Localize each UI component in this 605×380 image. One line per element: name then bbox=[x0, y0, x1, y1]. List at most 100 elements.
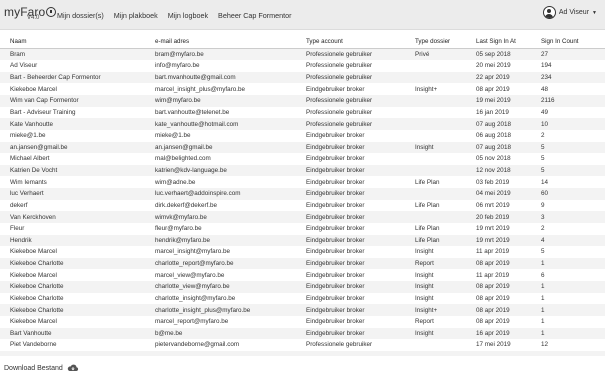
cell-type-dossier bbox=[415, 339, 476, 351]
table-row[interactable]: Kiekeboe Charlotte charlotte_report@myfar… bbox=[0, 257, 605, 270]
table-row[interactable]: Bart - Beheerder Cap Formentor bart.mvanh… bbox=[0, 71, 605, 84]
header-type-dossier[interactable]: Type dossier bbox=[415, 36, 476, 49]
cell-type-dossier bbox=[415, 106, 476, 119]
main-nav: Mijn dossier(s) Mijn plakboek Mijn logbo… bbox=[57, 0, 302, 30]
nav-beheer-cap-formentor[interactable]: Beheer Cap Formentor bbox=[218, 11, 292, 20]
table-row[interactable]: Bart Vanhoutte b@me.be Eindgebruiker broke… bbox=[0, 327, 605, 340]
table-body: Bram bram@myfaro.be Professionele gebruike… bbox=[0, 48, 605, 356]
table-row[interactable]: Fleur fleur@myfaro.be Eindgebruiker broker… bbox=[0, 222, 605, 235]
cell-naam: Kiekeboe Marcel bbox=[0, 269, 155, 281]
nav-mijn-logboek[interactable]: Mijn logboek bbox=[168, 11, 208, 20]
cell-last-sign-in: 08 apr 2019 bbox=[476, 292, 541, 305]
cell-email: bart.mvanhoutte@gmail.com bbox=[155, 71, 306, 84]
cell-naam: Kiekeboe Charlotte bbox=[0, 292, 155, 305]
cell-type-dossier: Insight bbox=[415, 269, 476, 281]
cell-type-dossier: Insight+ bbox=[415, 304, 476, 316]
header-last-sign-in[interactable]: Last Sign In At bbox=[476, 36, 541, 49]
cell-type-dossier bbox=[415, 71, 476, 84]
cell-naam: Wim van Cap Formentor bbox=[0, 95, 155, 107]
cell-email: charlotte_report@myfaro.be bbox=[155, 257, 306, 270]
cell-last-sign-in: 19 mrt 2019 bbox=[476, 222, 541, 235]
cell-type-account: Eindgebruiker broker bbox=[306, 199, 415, 212]
cell-sign-in-count: 49 bbox=[541, 106, 605, 119]
cell-naam: Kiekeboe Marcel bbox=[0, 83, 155, 95]
cell-naam: Bart Vanhoutte bbox=[0, 327, 155, 340]
table-row[interactable]: Katrien De Vocht katrien@kdv-language.be E… bbox=[0, 164, 605, 177]
cell-type-dossier: Life Plan bbox=[415, 199, 476, 212]
cell-type-account: Professionele gebruiker bbox=[306, 339, 415, 351]
cell-type-dossier: Insight bbox=[415, 281, 476, 293]
cell-last-sign-in bbox=[476, 350, 541, 356]
cell-type-dossier: Privé bbox=[415, 48, 476, 61]
cell-type-account: Eindgebruiker broker bbox=[306, 281, 415, 293]
table-row[interactable]: luc Verhaert luc.verhaert@addoinspire.com… bbox=[0, 188, 605, 200]
cell-sign-in-count: 1 bbox=[541, 281, 605, 293]
cell-naam: an.jansen@gmail.be bbox=[0, 141, 155, 154]
table-row[interactable]: Wim van Cap Formentor wim@myfaro.be Profes… bbox=[0, 95, 605, 107]
myfaro-logo[interactable]: myFaro V4.0 bbox=[4, 3, 57, 21]
header-sign-in-count[interactable]: Sign In Count bbox=[541, 36, 605, 49]
table-row[interactable]: Kate Vanhoutte kate_vanhoutte@hotmail.com… bbox=[0, 118, 605, 130]
table-row[interactable]: Kiekeboe Marcel marcel_view@myfaro.be Eind… bbox=[0, 269, 605, 281]
cell-type-dossier: Report bbox=[415, 257, 476, 270]
users-table-container[interactable]: Naam e-mail adres Type account Type doss… bbox=[0, 36, 605, 356]
table-row[interactable]: Kiekeboe Charlotte charlotte_view@myfaro.… bbox=[0, 281, 605, 293]
table-row[interactable]: Van Kerckhoven wimvk@myfaro.be Eindgebruik… bbox=[0, 211, 605, 223]
cell-email: luc.verhaert@addoinspire.com bbox=[155, 188, 306, 200]
cell-type-dossier bbox=[415, 350, 476, 356]
header-naam[interactable]: Naam bbox=[0, 36, 155, 49]
cell-type-account: Eindgebruiker broker bbox=[306, 129, 415, 142]
table-row[interactable]: dekerf dirk.dekerf@dekerf.be Eindgebruiker… bbox=[0, 199, 605, 212]
cell-sign-in-count: 1 bbox=[541, 292, 605, 305]
cell-email: katrien@kdv-language.be bbox=[155, 164, 306, 177]
table-row[interactable]: Kiekeboe Marcel marcel_insight_plus@myfar… bbox=[0, 83, 605, 95]
cell-type-account: Professionele gebruiker bbox=[306, 71, 415, 84]
cell-sign-in-count: 234 bbox=[541, 71, 605, 84]
download-button[interactable]: Download Bestand bbox=[4, 364, 79, 372]
cell-type-dossier bbox=[415, 211, 476, 223]
header-type-account[interactable]: Type account bbox=[306, 36, 415, 49]
table-row[interactable]: Kiekeboe Marcel marcel_insight@myfaro.be E… bbox=[0, 246, 605, 258]
table-row[interactable]: Wim Iemants wim@adne.be Eindgebruiker brok… bbox=[0, 176, 605, 188]
cell-last-sign-in: 07 aug 2018 bbox=[476, 118, 541, 130]
cell-sign-in-count: 5 bbox=[541, 246, 605, 258]
cell-sign-in-count: 1 bbox=[541, 304, 605, 316]
cell-email: marcel_report@myfaro.be bbox=[155, 315, 306, 328]
cell-sign-in-count: 1 bbox=[541, 257, 605, 270]
cell-email: charlotte_insight_plus@myfaro.be bbox=[155, 304, 306, 316]
cell-naam: Ad Viseur bbox=[0, 60, 155, 72]
cell-email: an.jansen@gmail.be bbox=[155, 141, 306, 154]
cell-type-account: Eindgebruiker broker bbox=[306, 246, 415, 258]
cell-naam: Wim Iemants bbox=[0, 176, 155, 188]
cell-email: fleur@myfaro.be bbox=[155, 222, 306, 235]
table-row[interactable]: Hendrik hendrik@myfaro.be Eindgebruiker br… bbox=[0, 234, 605, 247]
cell-type-account: Professionele gebruiker bbox=[306, 106, 415, 119]
user-menu[interactable]: Ad Viseur ▼ bbox=[542, 6, 597, 19]
cell-email: wim@adne.be bbox=[155, 176, 306, 188]
table-row[interactable]: Bram bram@myfaro.be Professionele gebruike… bbox=[0, 48, 605, 61]
nav-mijn-plakboek[interactable]: Mijn plakboek bbox=[114, 11, 158, 20]
table-row[interactable]: mieke@1.be mieke@1.be Eindgebruiker broker… bbox=[0, 129, 605, 142]
table-row[interactable]: an.jansen@gmail.be an.jansen@gmail.be Eind… bbox=[0, 141, 605, 154]
table-row[interactable]: Kiekeboe Charlotte charlotte_insight@myfa… bbox=[0, 292, 605, 305]
nav-mijn-dossiers[interactable]: Mijn dossier(s) bbox=[57, 11, 104, 20]
table-row[interactable]: Kiekeboe Charlotte charlotte_insight_plus… bbox=[0, 304, 605, 316]
cell-sign-in-count: 14 bbox=[541, 176, 605, 188]
table-row[interactable]: Michael Albert mal@belighted.com Eindgebru… bbox=[0, 153, 605, 165]
table-row[interactable]: Kiekeboe Marcel marcel_report@myfaro.be Ei… bbox=[0, 315, 605, 328]
cell-type-account: Eindgebruiker broker bbox=[306, 315, 415, 328]
cell-type-dossier bbox=[415, 60, 476, 72]
table-row[interactable]: Piet Vandeborne pietervandeborne@gmail.co… bbox=[0, 339, 605, 351]
cell-last-sign-in: 22 apr 2019 bbox=[476, 71, 541, 84]
table-header-row: Naam e-mail adres Type account Type doss… bbox=[0, 36, 605, 49]
header-email[interactable]: e-mail adres bbox=[155, 36, 306, 49]
cell-email: charlotte_insight@myfaro.be bbox=[155, 292, 306, 305]
cell-email: marcel_view@myfaro.be bbox=[155, 269, 306, 281]
table-row[interactable]: Bart - Adviseur Training bart.vanhoutte@t… bbox=[0, 106, 605, 119]
table-row[interactable] bbox=[0, 350, 605, 356]
table-row[interactable]: Ad Viseur info@myfaro.be Professionele geb… bbox=[0, 60, 605, 72]
cell-sign-in-count: 2116 bbox=[541, 95, 605, 107]
cell-naam: Kiekeboe Charlotte bbox=[0, 304, 155, 316]
cell-type-dossier bbox=[415, 188, 476, 200]
cell-email: mal@belighted.com bbox=[155, 153, 306, 165]
